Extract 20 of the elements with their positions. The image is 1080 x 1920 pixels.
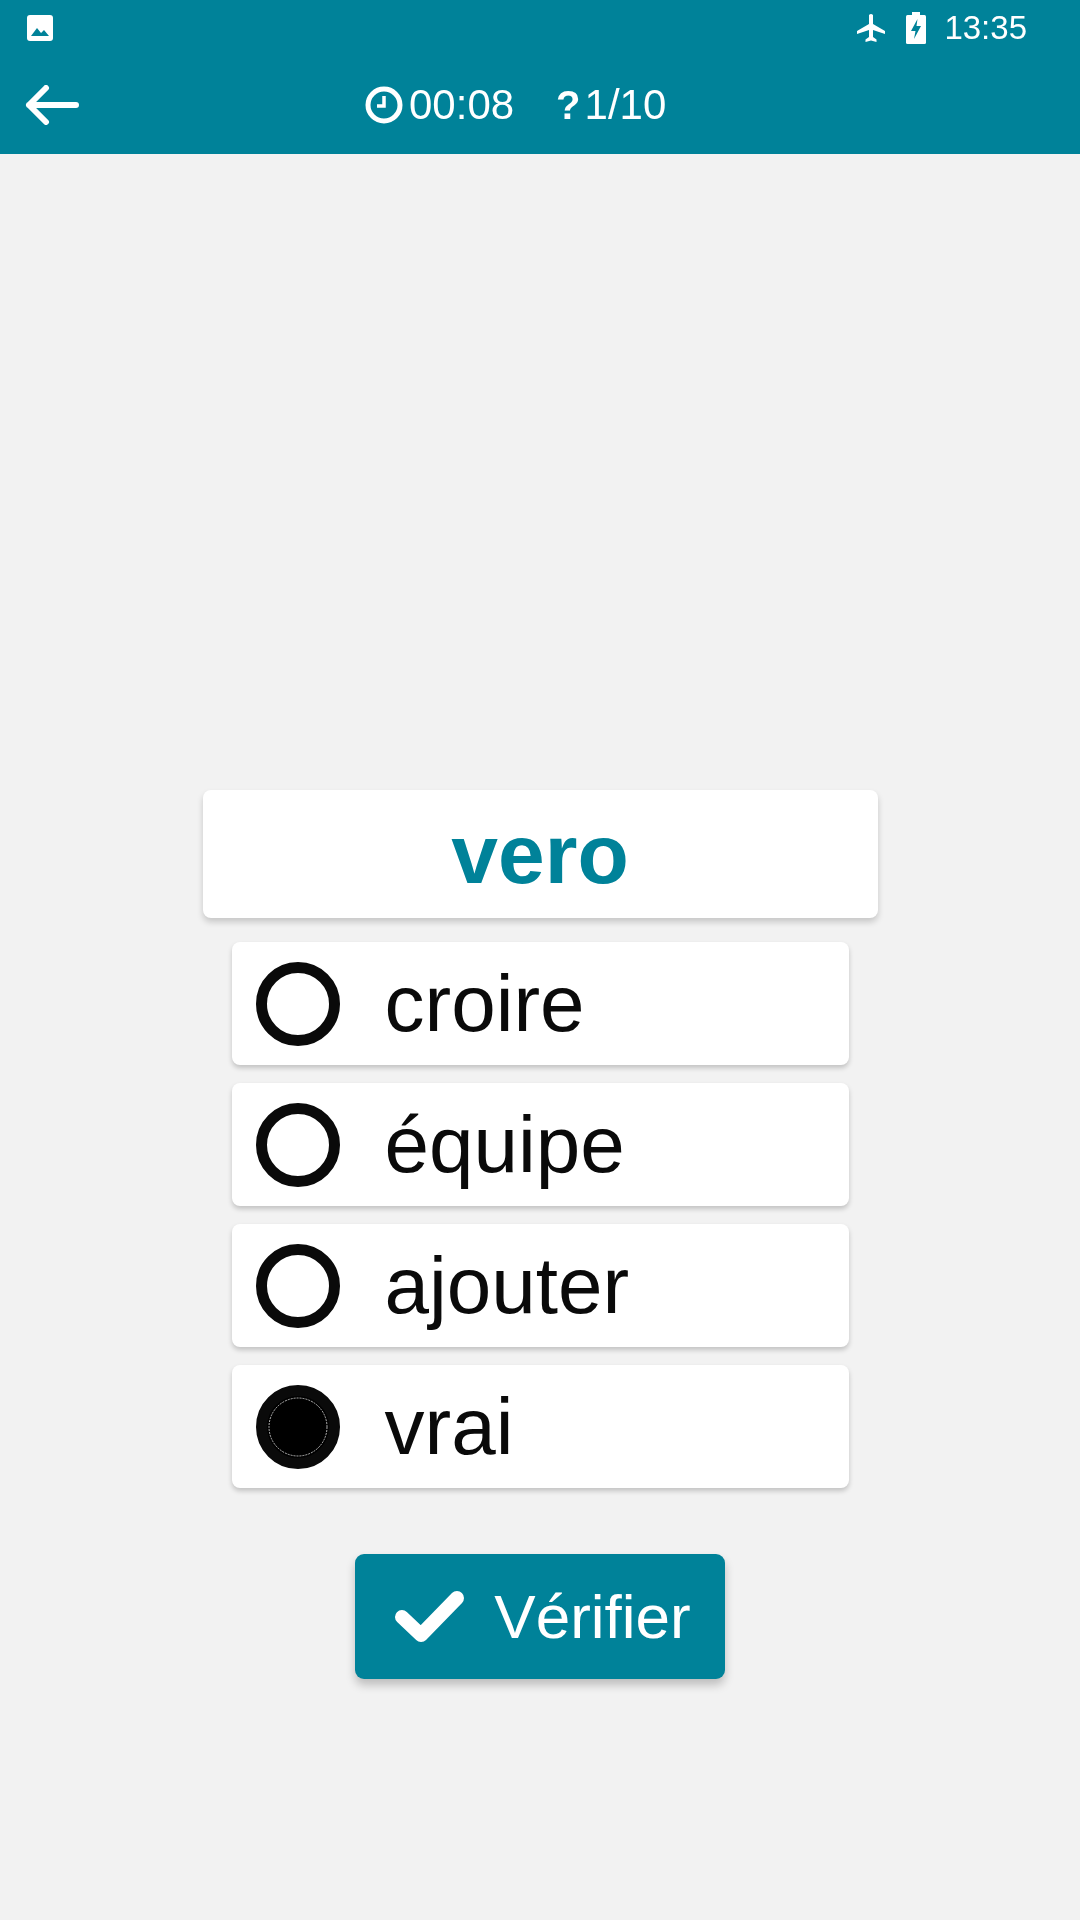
status-time: 13:35 <box>944 9 1027 47</box>
answer-option[interactable]: équipe <box>231 1083 849 1206</box>
question-counter: 1/10 <box>584 81 667 129</box>
radio-button[interactable] <box>255 1243 340 1328</box>
battery-charging-icon <box>906 12 927 44</box>
radio-button[interactable] <box>255 961 340 1046</box>
radio-button[interactable] <box>255 1102 340 1187</box>
clock-icon <box>365 86 403 124</box>
radio-button[interactable] <box>255 1384 340 1469</box>
airplane-icon <box>856 13 887 43</box>
verify-button[interactable]: Vérifier <box>355 1554 725 1679</box>
checkmark-icon <box>394 1589 466 1644</box>
back-arrow-icon <box>24 85 80 125</box>
answer-option[interactable]: croire <box>231 942 849 1065</box>
question-word: vero <box>451 812 629 896</box>
image-icon <box>27 15 53 41</box>
answer-option[interactable]: ajouter <box>231 1224 849 1347</box>
question-mark: ? <box>556 82 581 128</box>
timer-text: 00:08 <box>409 81 515 129</box>
answer-option[interactable]: vrai <box>231 1365 849 1488</box>
